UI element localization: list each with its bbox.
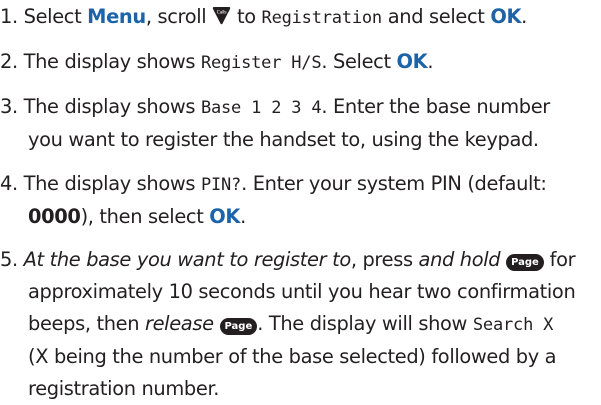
step-line: beeps, then release Page. The display wi… [0,308,601,341]
scroll-calls-key-icon: Calls [212,6,231,25]
step-number: 1. [0,5,24,28]
step-text-italic: and hold [418,248,501,271]
ok-keyword: OK [396,50,428,73]
step-text: ), then select [80,205,210,228]
step-text: beeps, then [28,312,145,335]
step-text [500,248,506,271]
lcd-text: Register H/S [200,53,322,73]
menu-keyword: Menu [87,5,146,28]
scroll-key-label: Calls [217,10,228,16]
step-text: registration number. [28,377,220,400]
lcd-text: Base 1 2 3 4 [200,98,322,118]
default-pin: 0000 [28,205,81,228]
step-text: , scroll [145,5,213,28]
step-text-italic: release [144,312,214,335]
step-4: 4. The display shows PIN?. Enter your sy… [0,168,601,233]
step-text-italic: At the base you want to register to [23,248,352,271]
page-button-icon: Page [506,254,544,271]
step-text: . Enter your system PIN (default: [241,172,547,195]
step-text: . Select [321,50,397,73]
step-text: . [240,205,246,228]
step-text: for [543,248,576,271]
step-text: The display shows [23,50,201,73]
step-line: 0000), then select OK. [0,201,601,233]
step-text: . The display will show [257,312,473,335]
step-text: The display shows [23,95,201,118]
step-text: and select [381,5,491,28]
step-1: 1. Select Menu, scroll Calls to Registra… [0,1,601,34]
lcd-text: PIN? [200,175,242,195]
ok-keyword: OK [209,205,241,228]
step-2: 2. The display shows Register H/S. Selec… [0,46,601,79]
lcd-text: Registration [261,8,383,28]
step-text: you want to register the handset to, usi… [28,128,539,151]
step-3: 3. The display shows Base 1 2 3 4. Enter… [0,91,601,156]
step-text: approximately 10 seconds until you hear … [28,280,576,303]
step-text: (X being the number of the base selected… [28,345,557,368]
step-text: Select [23,5,88,28]
step-number: 5. [0,248,24,271]
step-number: 4. [0,172,24,195]
step-number: 3. [0,95,24,118]
step-5: 5. At the base you want to register to, … [0,244,601,405]
step-text: . Enter the base number [321,95,550,118]
step-text: . [427,50,434,73]
step-text [214,312,220,335]
step-text: to [231,5,262,28]
ok-keyword: OK [490,5,522,28]
lcd-text: Search X [472,315,554,335]
step-number: 2. [0,50,24,73]
step-text: , press [350,248,419,271]
step-text: . [521,5,527,28]
page-button-icon: Page [219,318,258,335]
step-text: The display shows [23,172,201,195]
